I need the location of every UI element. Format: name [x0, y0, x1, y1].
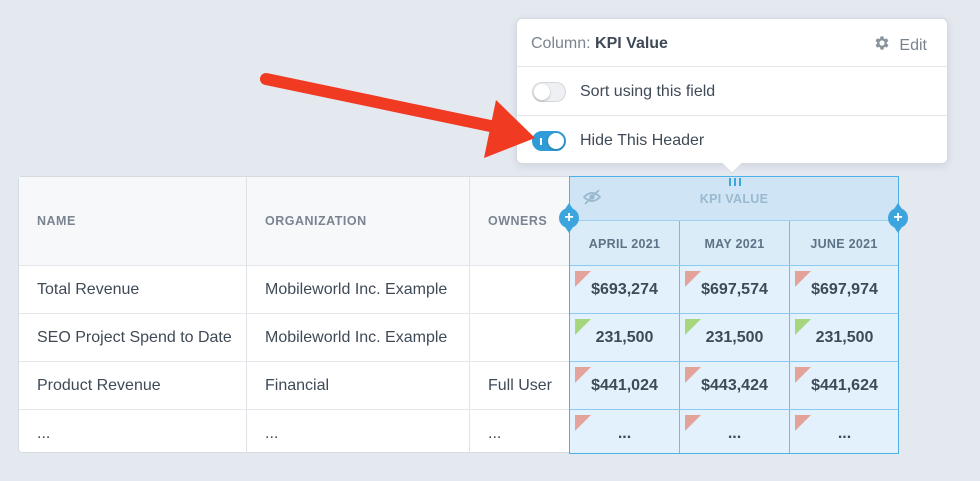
annotation-arrow-icon [260, 73, 535, 158]
